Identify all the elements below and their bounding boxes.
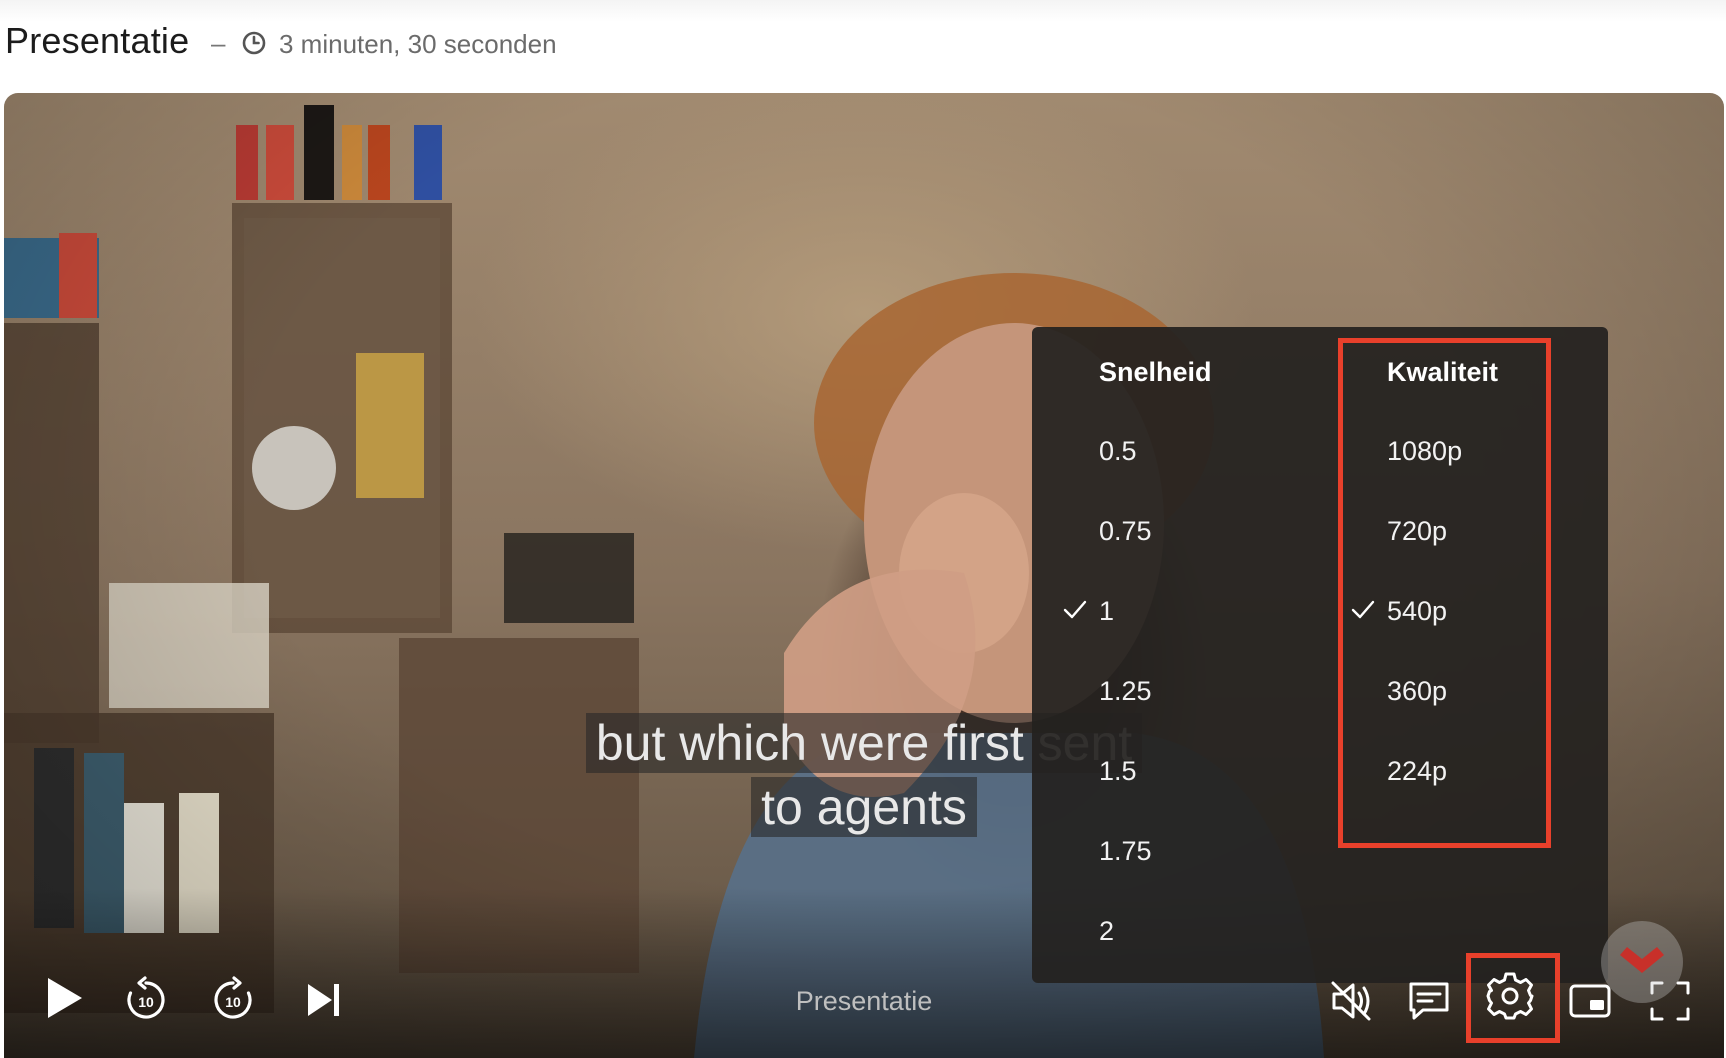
quality-highlight-box [1338, 338, 1551, 848]
speed-option-0.5[interactable]: 0.5 [1099, 436, 1137, 467]
page-title: Presentatie [5, 20, 190, 61]
subtitle-line-2: to agents [751, 777, 977, 837]
volume-muted-icon[interactable] [1329, 979, 1375, 1023]
skip-next-icon[interactable] [302, 978, 346, 1022]
speed-option-0.75[interactable]: 0.75 [1099, 516, 1152, 547]
player-title: Presentatie [795, 986, 933, 1016]
speed-option-2[interactable]: 2 [1099, 916, 1114, 947]
speed-option-1[interactable]: 1 [1099, 596, 1114, 627]
subtitles-icon[interactable] [1406, 979, 1452, 1023]
speed-check-icon [1063, 600, 1087, 619]
brand-badge[interactable] [1601, 921, 1683, 1003]
play-icon[interactable] [42, 973, 86, 1023]
rewind-seconds-label: 10 [138, 994, 154, 1010]
clock-icon [242, 31, 266, 55]
heart-logo-icon [1620, 947, 1664, 973]
forward-10-icon[interactable]: 10 [209, 976, 257, 1024]
video-duration: 3 minuten, 30 seconden [279, 29, 557, 59]
page-header: Presentatie – 3 minuten, 30 seconden [0, 0, 1726, 90]
speed-option-1.25[interactable]: 1.25 [1099, 676, 1152, 707]
gear-icon[interactable] [1484, 970, 1536, 1022]
video-player[interactable]: but which were first sent to agents Snel… [4, 93, 1724, 1058]
speed-option-1.75[interactable]: 1.75 [1099, 836, 1152, 867]
rewind-10-icon[interactable]: 10 [122, 976, 170, 1024]
speed-option-1.5[interactable]: 1.5 [1099, 756, 1137, 787]
speed-heading: Snelheid [1099, 357, 1212, 387]
title-separator: – [211, 28, 226, 58]
forward-seconds-label: 10 [225, 994, 241, 1010]
